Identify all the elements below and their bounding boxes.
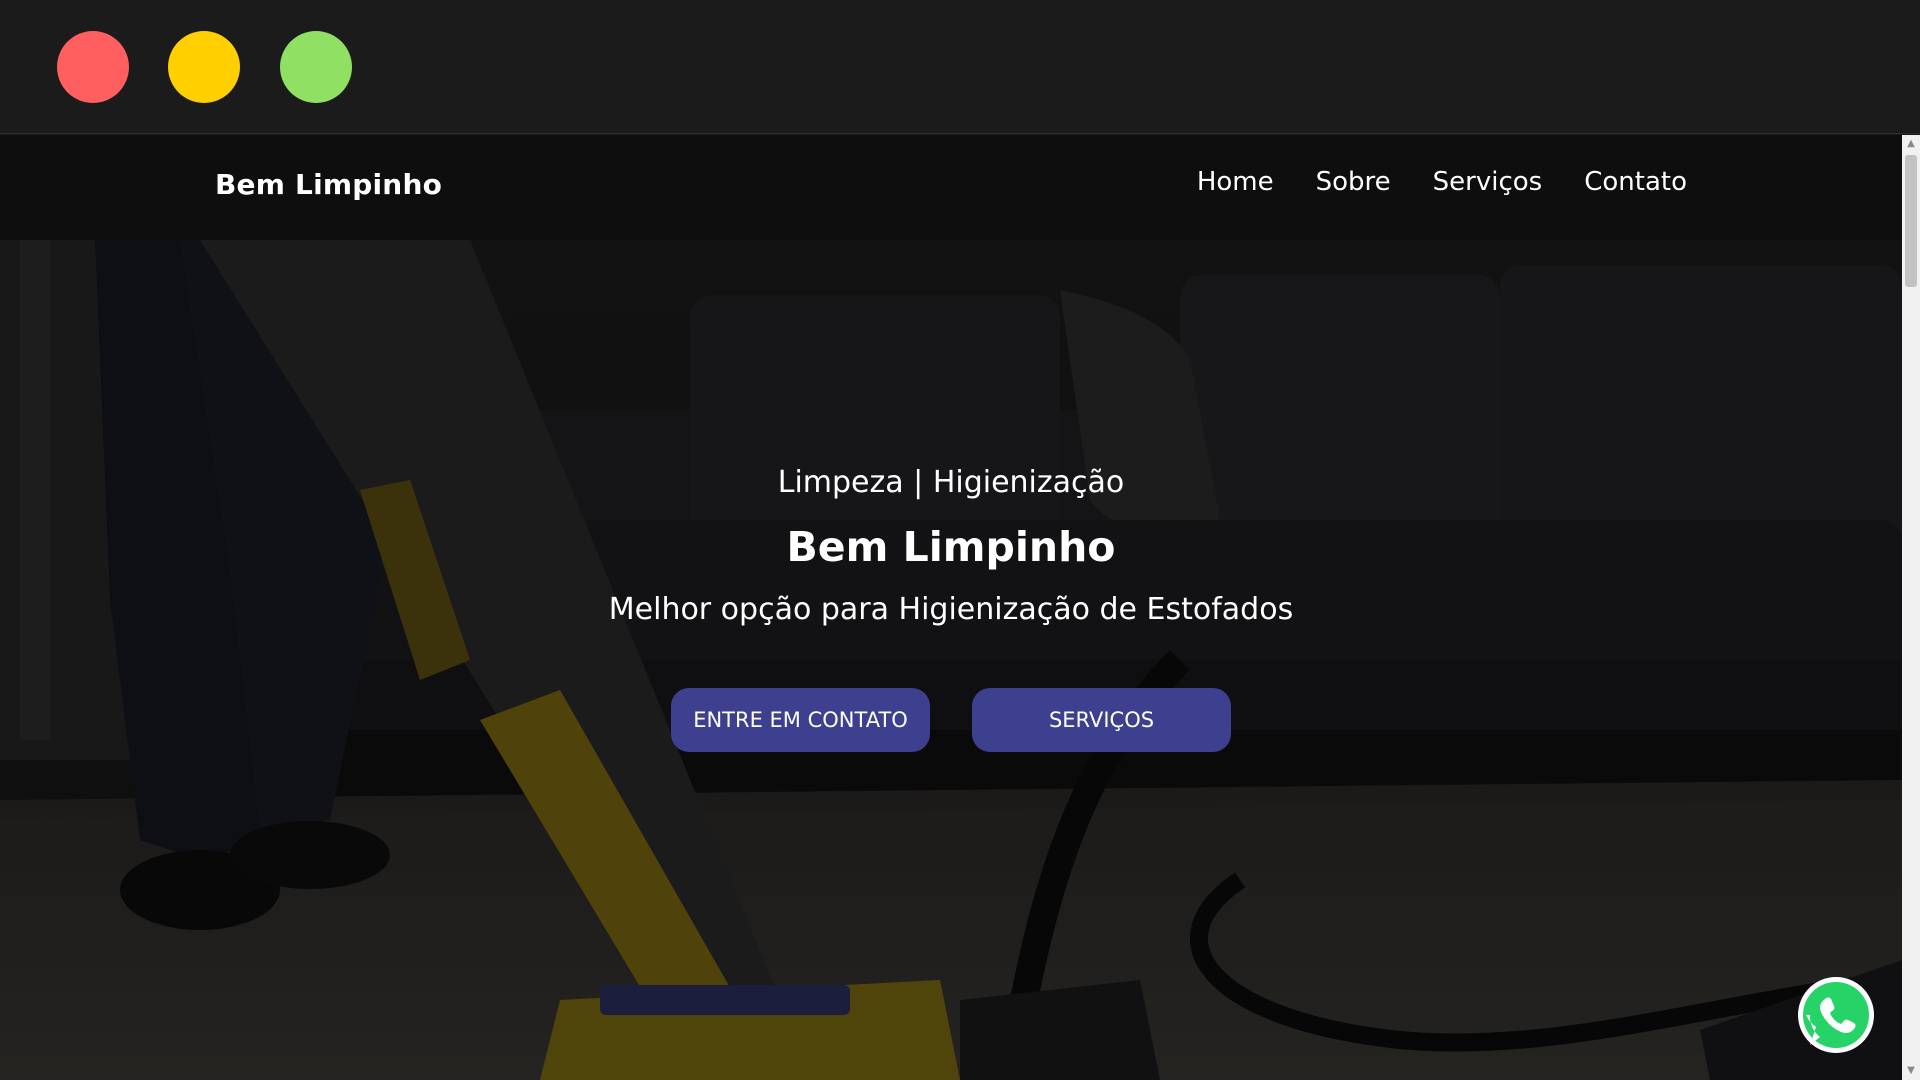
services-button[interactable]: SERVIÇOS — [972, 688, 1231, 752]
maximize-window-button[interactable] — [280, 31, 352, 103]
nav-link-home[interactable]: Home — [1197, 167, 1274, 197]
whatsapp-button[interactable] — [1796, 975, 1876, 1055]
hero-section: Limpeza | Higienização Bem Limpinho Melh… — [0, 240, 1902, 1080]
scroll-down-arrow-icon[interactable]: ▼ — [1902, 1062, 1920, 1080]
nav-links: Home Sobre Serviços Contato — [1197, 167, 1687, 197]
whatsapp-icon — [1798, 977, 1874, 1053]
contact-button[interactable]: ENTRE EM CONTATO — [671, 688, 930, 752]
nav-link-servicos[interactable]: Serviços — [1433, 167, 1543, 197]
page-viewport: Bem Limpinho Home Sobre Serviços Contato — [0, 135, 1902, 1080]
brand-logo-text[interactable]: Bem Limpinho — [215, 168, 442, 201]
scroll-up-arrow-icon[interactable]: ▲ — [1902, 135, 1920, 153]
minimize-window-button[interactable] — [168, 31, 240, 103]
nav-link-sobre[interactable]: Sobre — [1316, 167, 1391, 197]
close-window-button[interactable] — [57, 31, 129, 103]
hero-title: Bem Limpinho — [786, 523, 1116, 571]
vertical-scrollbar[interactable]: ▲ ▼ — [1902, 135, 1920, 1080]
window-titlebar — [0, 0, 1920, 134]
hero-content: Limpeza | Higienização Bem Limpinho Melh… — [0, 240, 1902, 1080]
hero-subtitle: Melhor opção para Higienização de Estofa… — [608, 592, 1294, 627]
nav-link-contato[interactable]: Contato — [1584, 167, 1687, 197]
navbar: Bem Limpinho Home Sobre Serviços Contato — [0, 135, 1902, 240]
scrollbar-thumb[interactable] — [1905, 155, 1917, 287]
hero-tagline: Limpeza | Higienização — [777, 465, 1125, 500]
